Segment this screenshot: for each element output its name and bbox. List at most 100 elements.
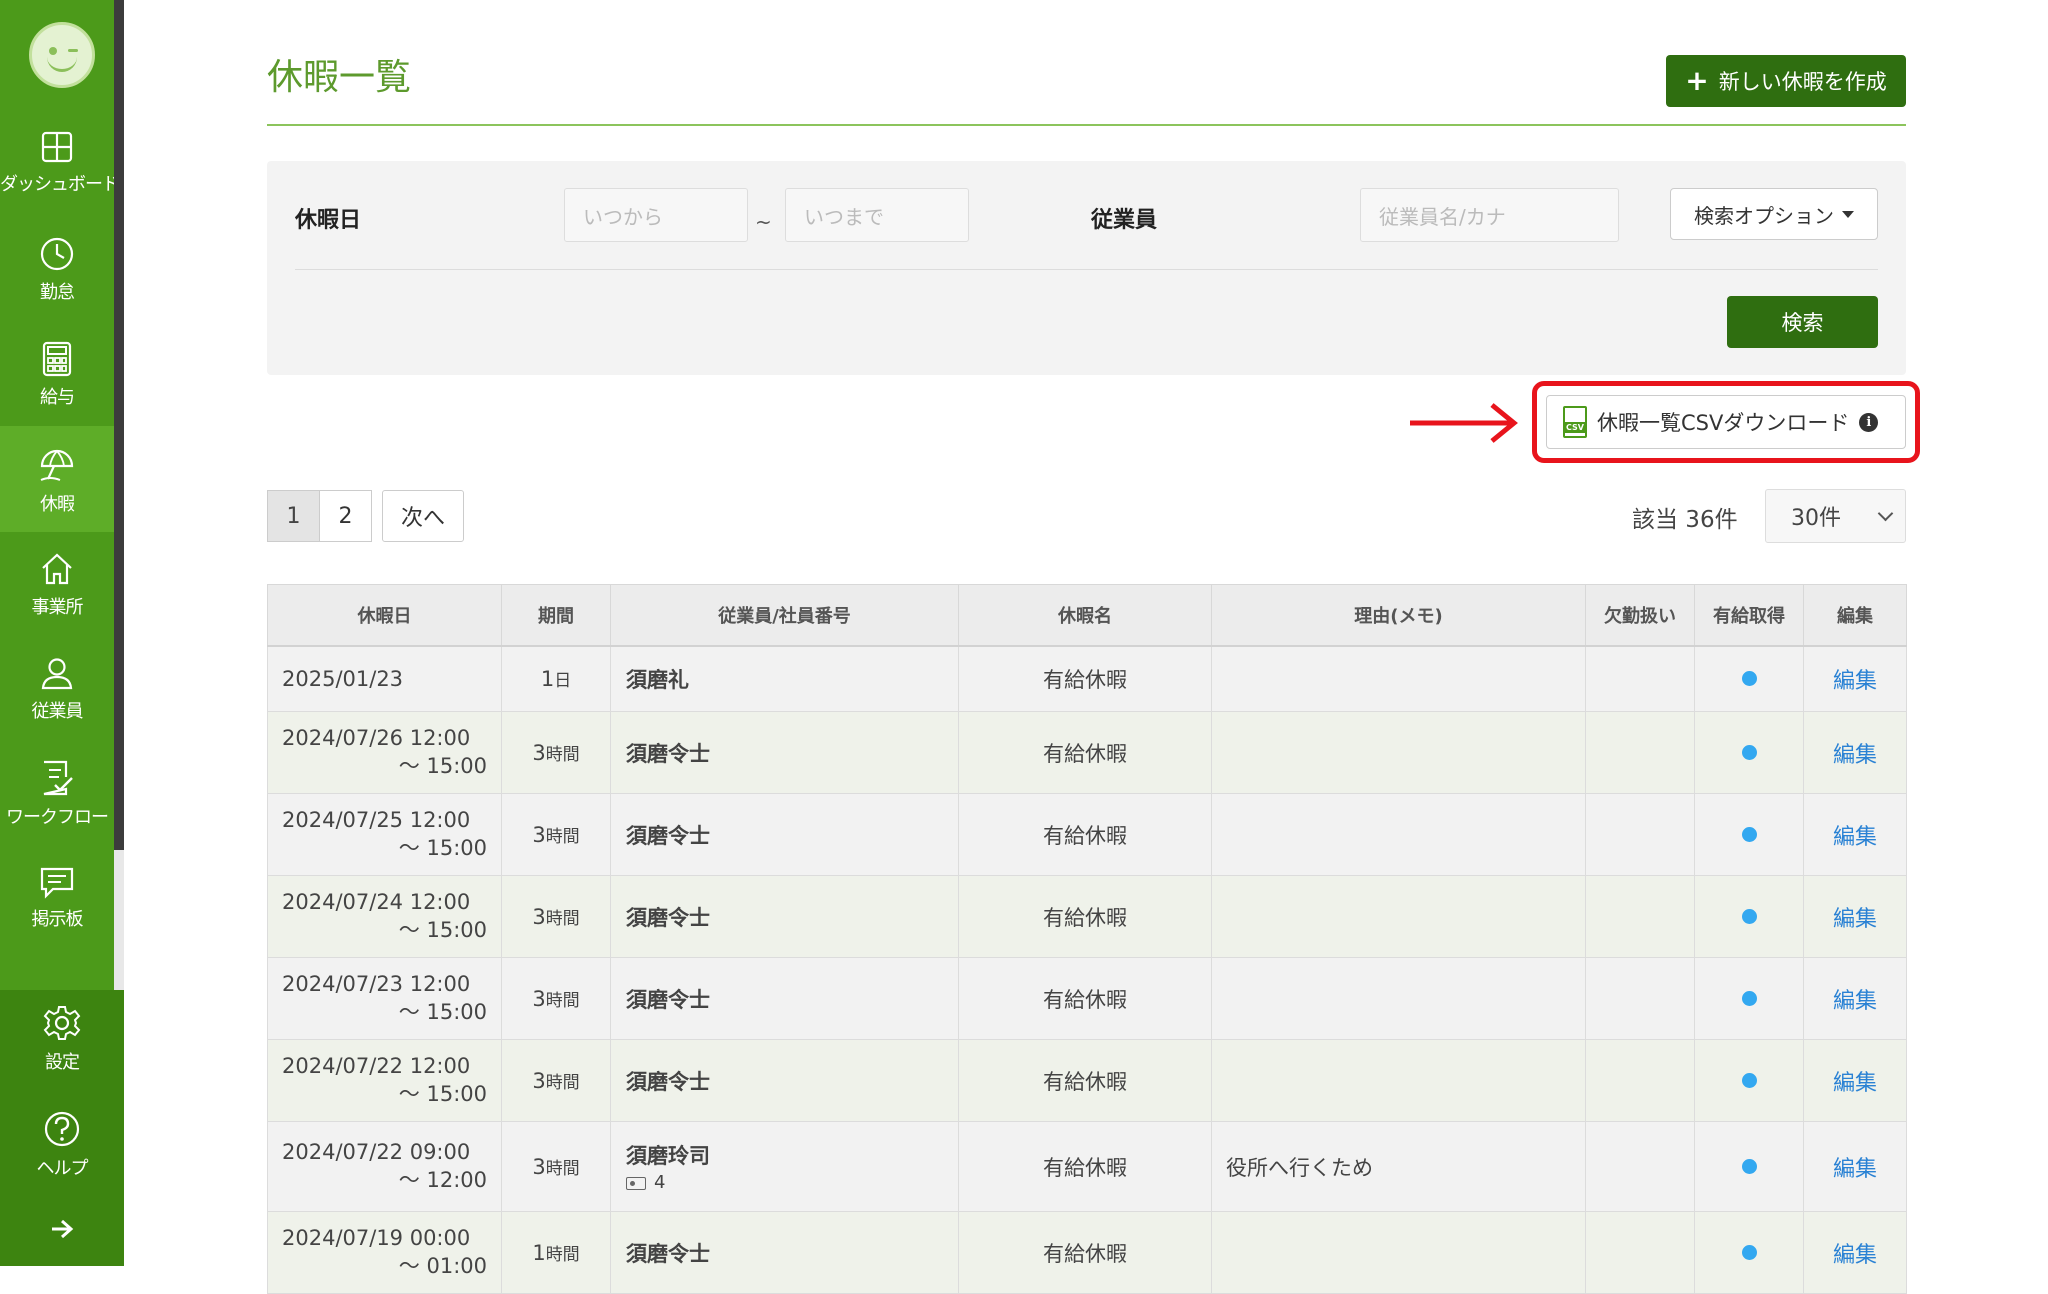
edit-cell: 編集 xyxy=(1803,1211,1907,1294)
column-header[interactable]: 休暇名 xyxy=(958,584,1212,647)
expand-sidebar-button[interactable] xyxy=(0,1218,124,1244)
column-header[interactable]: 欠勤扱い xyxy=(1585,584,1695,647)
sidebar-item-label: 従業員 xyxy=(31,701,84,722)
arrow-right-icon xyxy=(52,1219,74,1239)
column-header[interactable]: 休暇日 xyxy=(267,584,502,647)
edit-link[interactable]: 編集 xyxy=(1833,907,1877,932)
calculator-icon xyxy=(42,341,72,377)
column-header[interactable]: 理由(メモ) xyxy=(1211,584,1586,647)
sidebar-item-attendance[interactable]: 勤怠 xyxy=(0,236,114,340)
chevron-down-icon xyxy=(1877,505,1894,522)
memo-cell: 役所へ行くため xyxy=(1211,1121,1586,1212)
employee-cell: 須磨令士 xyxy=(610,793,959,876)
edit-cell: 編集 xyxy=(1803,957,1907,1040)
sidebar-scrollbar[interactable] xyxy=(114,0,124,850)
table-row[interactable]: 2024/07/22 09:00 ～ 12:00 3時間 須磨玲司 4 有給休暇 役所へ行く… xyxy=(267,1121,1907,1212)
leave-start-date: 2024/07/22 12:00 xyxy=(282,1053,471,1078)
create-leave-button[interactable]: + 新しい休暇を作成 xyxy=(1666,55,1906,107)
employee-cell: 須磨令士 xyxy=(610,1211,959,1294)
date-from-input[interactable]: いつから xyxy=(564,188,748,242)
leave-end-time: ～ 12:00 xyxy=(398,1167,487,1192)
search-button[interactable]: 検索 xyxy=(1727,296,1878,348)
csv-download-button[interactable]: CSV 休暇一覧CSVダウンロード i xyxy=(1546,395,1906,449)
employee-name: 須磨令士 xyxy=(626,1241,710,1266)
employee-name: 須磨令士 xyxy=(626,905,710,930)
annotation-arrow-icon xyxy=(1410,403,1518,443)
umbrella-icon xyxy=(40,449,74,481)
sidebar-item-label: ヘルプ xyxy=(36,1158,89,1179)
paid-leave-dot xyxy=(1741,1158,1757,1174)
sidebar-item-label: 休暇 xyxy=(40,494,75,515)
checklist-icon xyxy=(43,760,73,796)
sidebar-item-settings[interactable]: 設定 xyxy=(0,1004,124,1108)
sidebar-item-label: 掲示板 xyxy=(31,909,84,930)
employee-cell: 須磨令士 xyxy=(610,957,959,1040)
page-title: 休暇一覧 xyxy=(267,57,412,98)
employee-cell: 須磨令士 xyxy=(610,711,959,794)
edit-link[interactable]: 編集 xyxy=(1833,825,1877,850)
period-cell: 3時間 xyxy=(501,875,611,958)
home-icon xyxy=(42,553,72,585)
table-row[interactable]: 2025/01/23 1日 須磨礼 有給休暇 編集 xyxy=(267,645,1907,712)
leave-end-time: ～ 15:00 xyxy=(398,999,487,1024)
csv-file-icon: CSV xyxy=(1563,406,1587,438)
table-row[interactable]: 2024/07/26 12:00 ～ 15:00 3時間 須磨令士 有給休暇 編集 xyxy=(267,711,1907,794)
sidebar-item-bulletin[interactable]: 掲示板 xyxy=(0,865,114,969)
column-header[interactable]: 期間 xyxy=(501,584,611,647)
table-row[interactable]: 2024/07/22 12:00 ～ 15:00 3時間 須磨令士 有給休暇 編集 xyxy=(267,1039,1907,1122)
absence-cell xyxy=(1585,875,1695,958)
paid-cell xyxy=(1694,793,1804,876)
search-options-label: 検索オプション xyxy=(1694,203,1834,228)
logo[interactable] xyxy=(29,22,95,88)
sidebar-bottom: 設定 ヘルプ xyxy=(0,990,124,1266)
leave-start-date: 2024/07/22 09:00 xyxy=(282,1139,471,1164)
memo-cell xyxy=(1211,957,1586,1040)
sidebar-item-leave[interactable]: 休暇 xyxy=(0,426,114,532)
edit-link[interactable]: 編集 xyxy=(1833,1157,1877,1182)
sidebar: ダッシュボード 勤怠 給与 休暇 事業所 従業員 ワークフロー 掲示板 設定 ヘ… xyxy=(0,0,124,1266)
next-page-button[interactable]: 次へ xyxy=(382,490,464,542)
absence-cell xyxy=(1585,957,1695,1040)
leave-start-date: 2024/07/26 12:00 xyxy=(282,725,471,750)
sidebar-item-workflow[interactable]: ワークフロー xyxy=(0,759,114,863)
edit-link[interactable]: 編集 xyxy=(1833,1243,1877,1268)
table-row[interactable]: 2024/07/19 00:00 ～ 01:00 1時間 須磨令士 有給休暇 編集 xyxy=(267,1211,1907,1294)
info-icon[interactable]: i xyxy=(1859,412,1879,432)
column-header[interactable]: 有給取得 xyxy=(1694,584,1804,647)
sidebar-item-help[interactable]: ヘルプ xyxy=(0,1110,124,1214)
column-header[interactable]: 従業員/社員番号 xyxy=(610,584,959,647)
date-to-input[interactable]: いつまで xyxy=(785,188,969,242)
leave-name-cell: 有給休暇 xyxy=(958,645,1212,712)
edit-cell: 編集 xyxy=(1803,1121,1907,1212)
per-page-select[interactable]: 30件 xyxy=(1765,489,1906,543)
column-header[interactable]: 編集 xyxy=(1803,584,1907,647)
sidebar-item-employees[interactable]: 従業員 xyxy=(0,655,114,759)
leave-date-label: 休暇日 xyxy=(295,208,362,233)
leave-name-cell: 有給休暇 xyxy=(958,1211,1212,1294)
sidebar-item-label: 設定 xyxy=(45,1052,80,1073)
page-2-button[interactable]: 2 xyxy=(319,490,372,542)
table-row[interactable]: 2024/07/25 12:00 ～ 15:00 3時間 須磨令士 有給休暇 編集 xyxy=(267,793,1907,876)
page-1-button[interactable]: 1 xyxy=(267,490,320,542)
id-card-icon xyxy=(626,1176,646,1190)
clock-icon xyxy=(40,237,74,271)
leave-date-cell: 2024/07/22 12:00 ～ 15:00 xyxy=(267,1039,502,1122)
result-count: 該当 36件 xyxy=(1632,507,1738,533)
search-options-dropdown[interactable]: 検索オプション xyxy=(1670,188,1878,240)
edit-link[interactable]: 編集 xyxy=(1833,669,1877,694)
absence-cell xyxy=(1585,1211,1695,1294)
caret-down-icon xyxy=(1842,210,1854,218)
sidebar-item-office[interactable]: 事業所 xyxy=(0,551,114,655)
employee-search-input[interactable]: 従業員名/カナ xyxy=(1360,188,1619,242)
table-row[interactable]: 2024/07/24 12:00 ～ 15:00 3時間 須磨令士 有給休暇 編集 xyxy=(267,875,1907,958)
edit-link[interactable]: 編集 xyxy=(1833,1071,1877,1096)
edit-link[interactable]: 編集 xyxy=(1833,989,1877,1014)
leave-start-date: 2024/07/19 00:00 xyxy=(282,1225,471,1250)
table-row[interactable]: 2024/07/23 12:00 ～ 15:00 3時間 須磨令士 有給休暇 編集 xyxy=(267,957,1907,1040)
edit-link[interactable]: 編集 xyxy=(1833,743,1877,768)
sidebar-item-dashboard[interactable]: ダッシュボード xyxy=(0,130,120,234)
memo-cell xyxy=(1211,793,1586,876)
leave-date-cell: 2024/07/26 12:00 ～ 15:00 xyxy=(267,711,502,794)
sidebar-item-label: 給与 xyxy=(40,387,75,408)
edit-cell: 編集 xyxy=(1803,1039,1907,1122)
